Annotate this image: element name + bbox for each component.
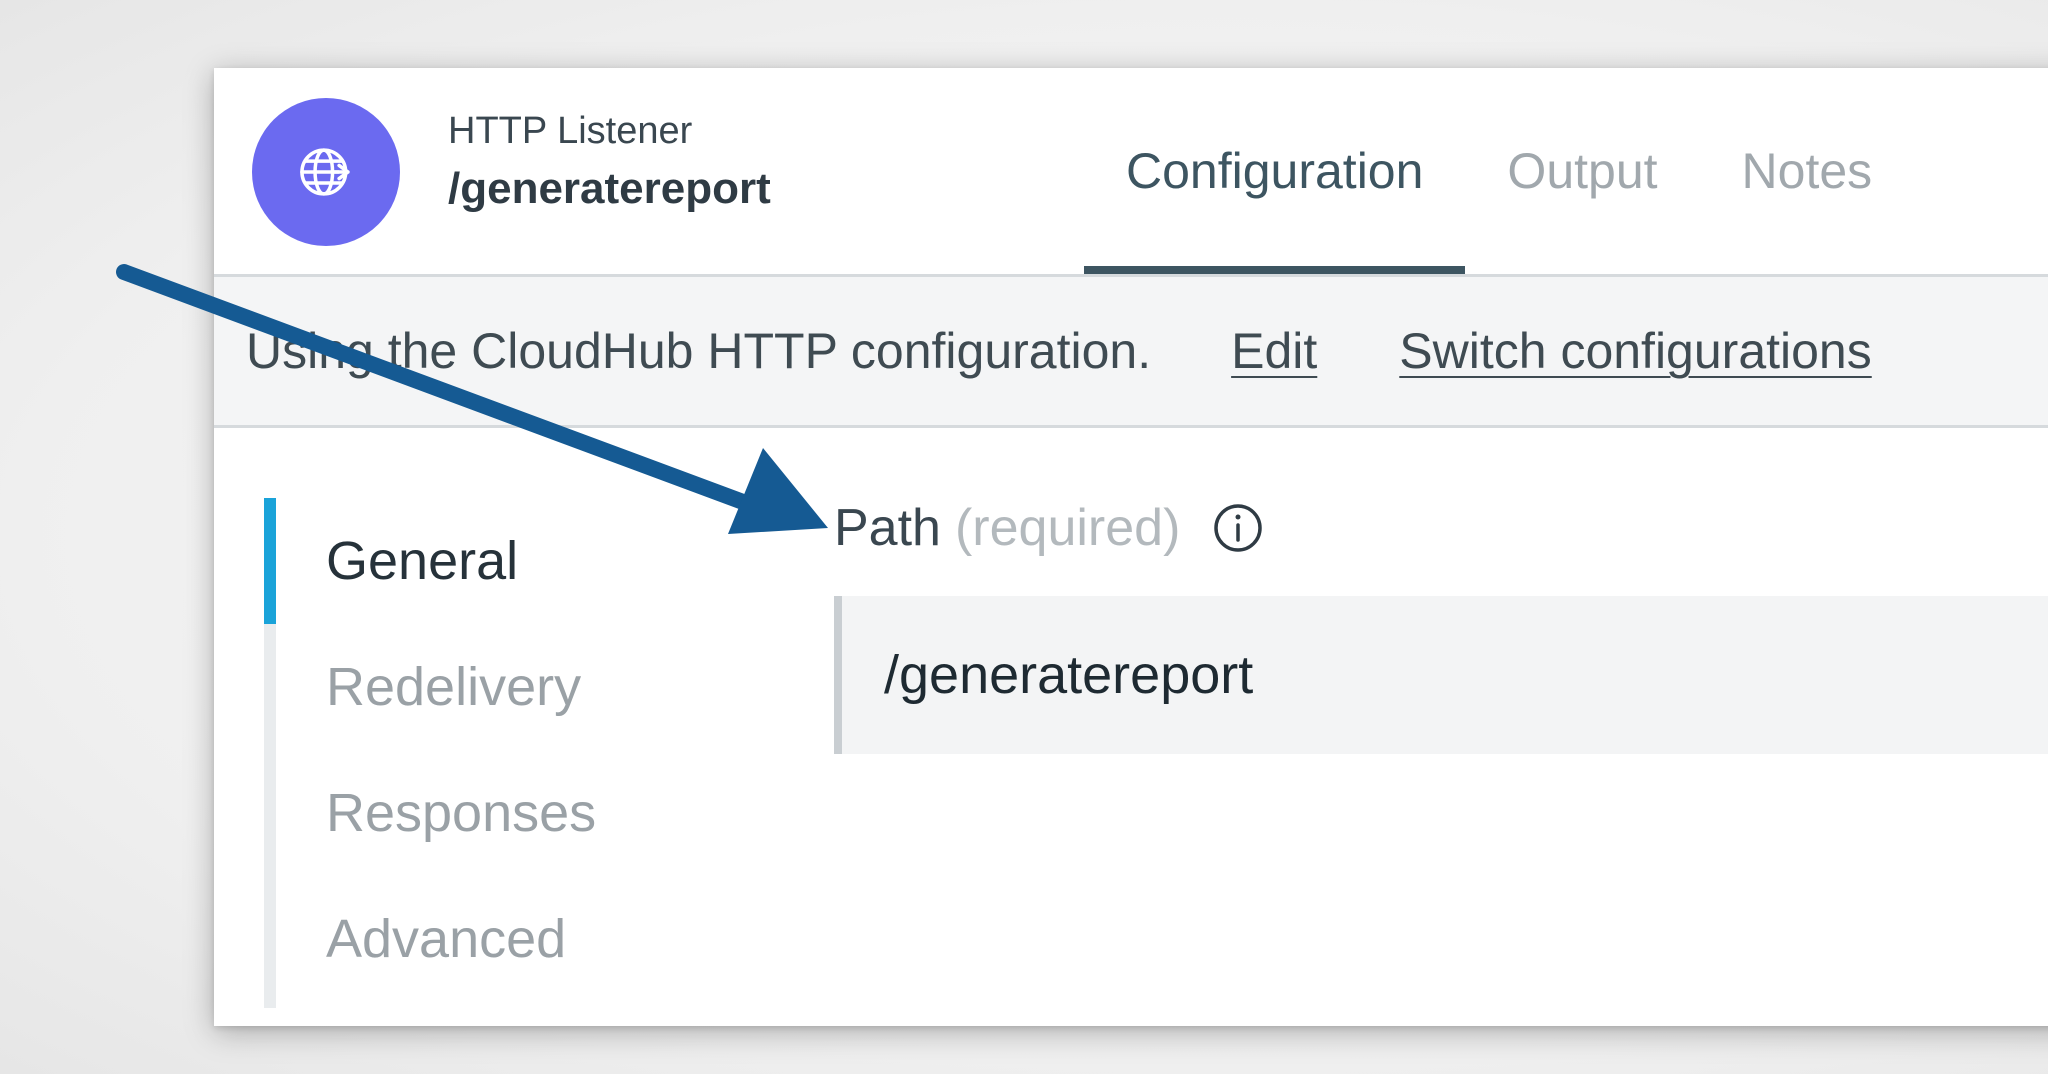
- edit-link[interactable]: Edit: [1231, 322, 1317, 380]
- globe-arrow-icon: [252, 98, 400, 246]
- info-icon[interactable]: [1212, 502, 1264, 554]
- component-type-label: HTTP Listener: [448, 110, 693, 152]
- path-field-label: Path (required): [834, 498, 1264, 558]
- tab-notes[interactable]: Notes: [1700, 68, 1915, 274]
- tab-output[interactable]: Output: [1465, 68, 1699, 274]
- nav-item-responses[interactable]: Responses: [276, 750, 676, 876]
- component-name-label: /generatereport: [448, 164, 771, 213]
- path-label-text: Path: [834, 499, 941, 557]
- configuration-text: Using the CloudHub HTTP configuration.: [246, 323, 1152, 379]
- nav-item-general[interactable]: General: [264, 498, 676, 624]
- panel-header: HTTP Listener /generatereport Configurat…: [214, 68, 2048, 276]
- required-note: (required): [954, 499, 1181, 557]
- tab-bar: Configuration Output Notes: [1084, 68, 1915, 276]
- switch-configurations-link[interactable]: Switch configurations: [1399, 322, 1871, 380]
- nav-item-redelivery[interactable]: Redelivery: [276, 624, 676, 750]
- path-input[interactable]: /generatereport: [834, 596, 2048, 754]
- configuration-bar: Using the CloudHub HTTP configuration. E…: [214, 274, 2048, 428]
- section-nav: General Redelivery Responses Advanced: [264, 498, 676, 1008]
- nav-item-advanced[interactable]: Advanced: [276, 876, 676, 1002]
- tab-configuration[interactable]: Configuration: [1084, 68, 1466, 276]
- component-panel: HTTP Listener /generatereport Configurat…: [214, 68, 2048, 1026]
